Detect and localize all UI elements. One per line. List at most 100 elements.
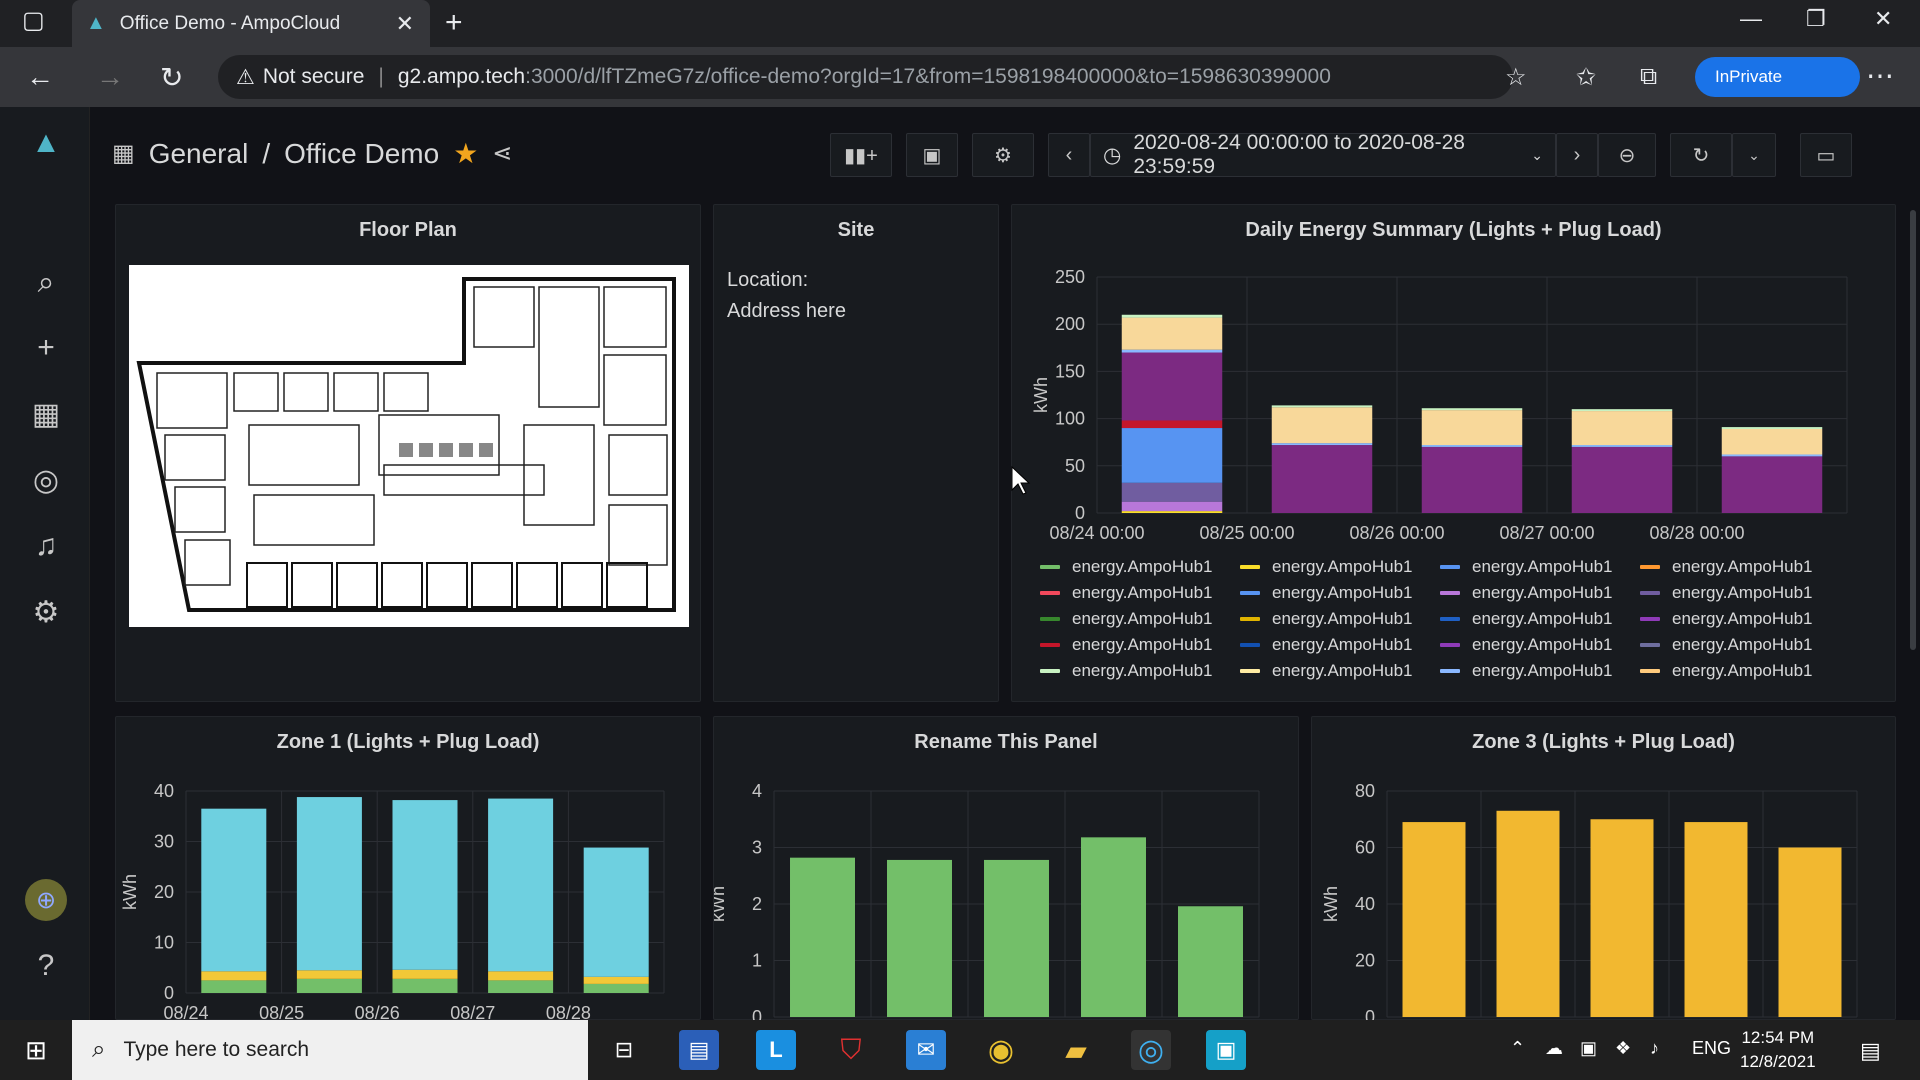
scrollbar[interactable]	[1910, 210, 1916, 650]
save-dashboard-button[interactable]: ▣	[906, 133, 958, 177]
chrome-icon[interactable]: ◉	[981, 1030, 1021, 1070]
legend-item[interactable]: energy.AmpoHub1	[1640, 557, 1840, 577]
refresh-button[interactable]: ↻	[1670, 133, 1732, 177]
search-icon[interactable]: ⌕	[25, 262, 67, 304]
zoom-out-button[interactable]: ⊖	[1598, 133, 1656, 177]
bar	[1778, 847, 1842, 1017]
legend-item[interactable]: energy.AmpoHub1	[1640, 609, 1840, 629]
breadcrumb-folder[interactable]: General	[149, 138, 249, 170]
close-tab-icon[interactable]: ✕	[396, 11, 414, 37]
add-panel-button[interactable]: ▮▮+	[830, 133, 892, 177]
legend-item[interactable]: energy.AmpoHub1	[1040, 661, 1240, 681]
reload-icon[interactable]: ↻	[160, 61, 183, 94]
legend-item[interactable]: energy.AmpoHub1	[1240, 635, 1440, 655]
edge-icon[interactable]: ◎	[1131, 1030, 1171, 1070]
back-icon[interactable]: ←	[26, 61, 54, 93]
alerting-bell-icon[interactable]: ♫	[25, 525, 67, 567]
legend-item[interactable]: energy.AmpoHub1	[1240, 557, 1440, 577]
minimize-icon[interactable]: —	[1740, 6, 1762, 32]
bar	[296, 797, 362, 971]
legend-item[interactable]: energy.AmpoHub1	[1040, 609, 1240, 629]
mcafee-icon[interactable]: ⛉	[831, 1030, 871, 1070]
explore-compass-icon[interactable]: ◎	[25, 459, 67, 501]
taskbar-search[interactable]: ⌕ Type here to search	[72, 1020, 588, 1080]
notifications-icon[interactable]: ▤	[1860, 1038, 1881, 1064]
time-back-button[interactable]: ‹	[1048, 133, 1090, 177]
settings-gear-icon[interactable]: ⚙	[25, 591, 67, 633]
legend-item[interactable]: energy.AmpoHub1	[1640, 661, 1840, 681]
search-icon: ⌕	[92, 1036, 106, 1063]
collections-icon[interactable]: ⧉	[1640, 63, 1657, 91]
tab-actions-icon[interactable]: ▢	[22, 6, 45, 35]
bar	[1421, 408, 1523, 411]
inprivate-badge[interactable]: InPrivate	[1695, 57, 1860, 97]
legend-item[interactable]: energy.AmpoHub1	[1240, 661, 1440, 681]
favorites-icon[interactable]: ✩	[1576, 63, 1596, 92]
help-icon[interactable]: ?	[25, 945, 67, 987]
add-favorite-icon[interactable]: ☆	[1505, 63, 1527, 92]
onedrive-icon[interactable]: ☁	[1545, 1038, 1563, 1059]
file-explorer-icon[interactable]: ▰	[1056, 1030, 1096, 1070]
zone3-chart[interactable]: 020406080kWh08/2408/2508/2608/2708/28	[1312, 717, 1897, 1021]
tv-mode-button[interactable]: ▭	[1800, 133, 1852, 177]
zone1-panel: Zone 1 (Lights + Plug Load) 0 10 20 30 40 kWh…	[115, 716, 702, 1021]
language-indicator[interactable]: ENG	[1692, 1038, 1731, 1059]
dashboard-title[interactable]: Office Demo	[284, 138, 439, 170]
address-bar[interactable]: ⚠ Not secure | g2.ampo.tech :3000/d/lfTZ…	[218, 55, 1513, 99]
star-icon[interactable]: ★	[453, 137, 478, 170]
bar	[1121, 501, 1223, 512]
zone1-chart[interactable]: 0 10 20 30 40 kWh 08/24 08/25 08/26 08/27 08/28	[116, 717, 702, 1021]
legend-item[interactable]: energy.AmpoHub1	[1440, 557, 1640, 577]
legend-item[interactable]: energy.AmpoHub1	[1240, 583, 1440, 603]
time-picker-button[interactable]: ◷ 2020-08-24 00:00:00 to 2020-08-28 23:5…	[1090, 131, 1556, 178]
panel-title[interactable]: Site	[714, 219, 998, 242]
new-tab-icon[interactable]: +	[445, 6, 463, 40]
y-tick-label: 0	[1075, 503, 1085, 523]
legend-item[interactable]: energy.AmpoHub1	[1440, 609, 1640, 629]
bar	[488, 980, 554, 993]
l-app-icon[interactable]: L	[756, 1030, 796, 1070]
y-tick-label: 20	[1355, 951, 1375, 971]
ampo-home-logo-icon[interactable]: ▲	[25, 122, 67, 164]
mail-icon[interactable]: ✉	[906, 1030, 946, 1070]
store-icon[interactable]: ▤	[679, 1030, 719, 1070]
bar	[1571, 409, 1673, 412]
dashboard-settings-button[interactable]: ⚙	[972, 133, 1034, 177]
task-view-icon[interactable]: ⊟	[604, 1030, 644, 1070]
chevron-right-icon: ›	[1573, 143, 1581, 166]
browser-tab[interactable]: ▲ Office Demo - AmpoCloud ✕	[72, 0, 430, 47]
dropbox-icon[interactable]: ❖	[1615, 1038, 1631, 1059]
system-clock[interactable]: 12:54 PM 12/8/2021	[1740, 1026, 1816, 1074]
forward-icon[interactable]: →	[96, 61, 124, 93]
y-tick-label: 2	[752, 894, 762, 914]
legend-item[interactable]: energy.AmpoHub1	[1640, 635, 1840, 655]
legend-item[interactable]: energy.AmpoHub1	[1040, 557, 1240, 577]
legend-item[interactable]: energy.AmpoHub1	[1640, 583, 1840, 603]
more-icon[interactable]: ⋯	[1866, 59, 1894, 92]
legend-item[interactable]: energy.AmpoHub1	[1040, 635, 1240, 655]
restore-icon[interactable]: ❐	[1806, 6, 1826, 32]
remote-desktop-icon[interactable]: ▣	[1206, 1030, 1246, 1070]
windows-start-icon[interactable]: ⊞	[16, 1030, 56, 1070]
daily-energy-chart[interactable]: 0 50 100 150 200 250 kWh 08/24 00:00 08/25 00:00…	[1012, 205, 1897, 545]
bar	[1684, 822, 1748, 1017]
close-window-icon[interactable]: ✕	[1874, 6, 1892, 32]
panel-title[interactable]: Floor Plan	[116, 219, 700, 242]
legend-item[interactable]: energy.AmpoHub1	[1440, 661, 1640, 681]
tray-chevron-icon[interactable]: ⌃	[1510, 1038, 1525, 1059]
refresh-interval-button[interactable]: ⌄	[1732, 133, 1776, 177]
user-avatar[interactable]: ⊕	[25, 879, 67, 921]
legend-item[interactable]: energy.AmpoHub1	[1040, 583, 1240, 603]
legend-item[interactable]: energy.AmpoHub1	[1240, 609, 1440, 629]
rename-chart[interactable]: 01234kWh08/2408/2508/2608/2708/28	[714, 717, 1300, 1021]
share-icon[interactable]: ⋖	[492, 139, 512, 168]
volume-icon[interactable]: ♪	[1650, 1038, 1659, 1059]
time-forward-button[interactable]: ›	[1556, 133, 1598, 177]
bar	[488, 971, 554, 981]
create-plus-icon[interactable]: +	[25, 327, 67, 369]
legend-item[interactable]: energy.AmpoHub1	[1440, 635, 1640, 655]
dashboards-grid-icon[interactable]: ▦	[25, 393, 67, 435]
legend-item[interactable]: energy.AmpoHub1	[1440, 583, 1640, 603]
bar	[1721, 427, 1823, 429]
network-alert-icon[interactable]: ▣	[1580, 1038, 1597, 1059]
